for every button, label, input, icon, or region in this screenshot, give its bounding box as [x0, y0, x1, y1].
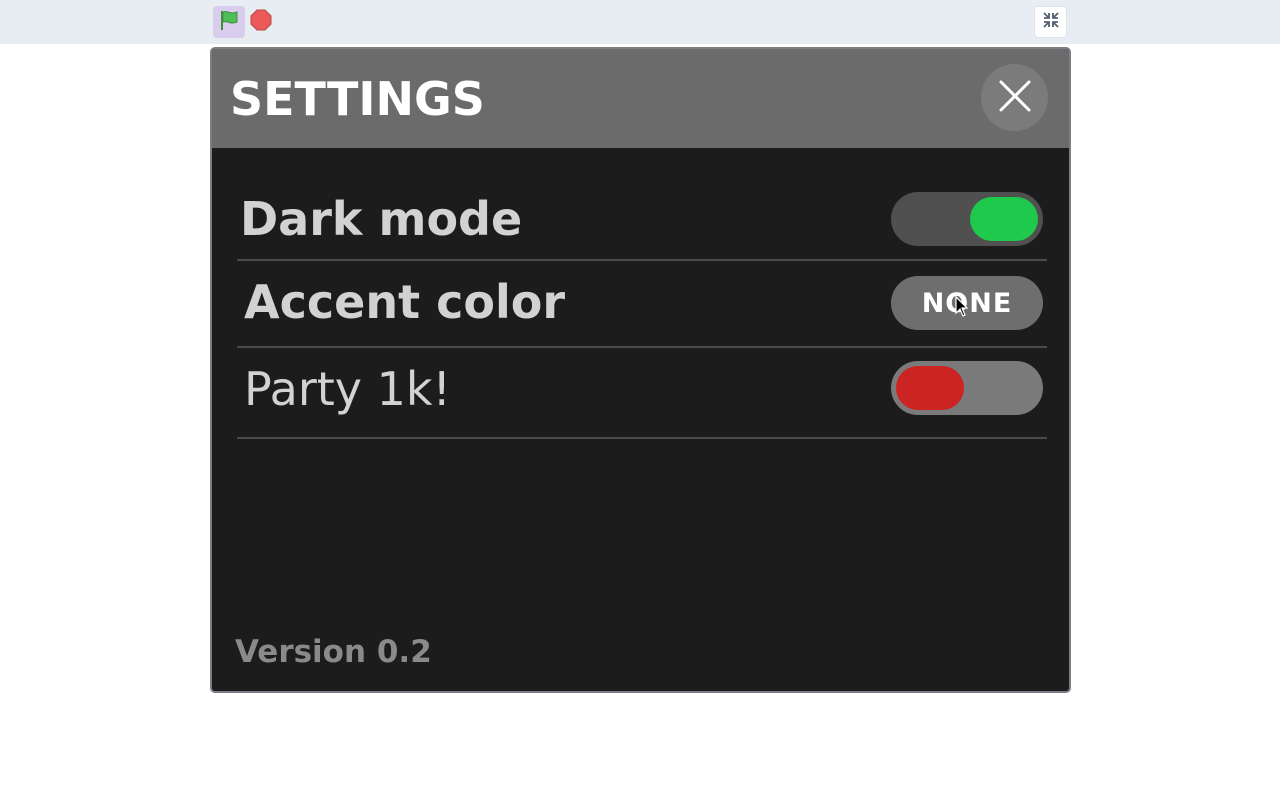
party-1k-label: Party 1k!	[244, 362, 451, 416]
stop-button[interactable]	[250, 9, 272, 35]
close-icon	[998, 79, 1032, 117]
accent-color-label: Accent color	[244, 275, 566, 329]
settings-title: SETTINGS	[230, 72, 485, 126]
green-flag-button[interactable]	[213, 6, 245, 38]
shrink-stage-icon	[1042, 11, 1060, 33]
accent-color-button[interactable]: NONE	[891, 276, 1043, 330]
setting-row-party-1k: Party 1k!	[237, 358, 1047, 440]
setting-row-dark-mode: Dark mode	[237, 190, 1047, 262]
row-divider	[237, 259, 1047, 261]
stage: SETTINGS Dark mode Accent color NONE Par…	[210, 47, 1071, 693]
stage-toolbar	[0, 0, 1280, 44]
settings-header: SETTINGS	[212, 49, 1069, 148]
row-divider	[237, 437, 1047, 439]
stop-icon	[250, 9, 272, 35]
setting-row-accent-color: Accent color NONE	[237, 273, 1047, 349]
dark-mode-toggle[interactable]	[891, 192, 1043, 246]
dark-mode-label: Dark mode	[240, 192, 523, 246]
green-flag-icon	[218, 9, 240, 35]
row-divider	[237, 346, 1047, 348]
party-1k-toggle[interactable]	[891, 361, 1043, 415]
toggle-knob-on	[970, 197, 1038, 241]
close-button[interactable]	[981, 64, 1048, 131]
version-label: Version 0.2	[235, 634, 432, 670]
toggle-knob-off	[896, 366, 964, 410]
shrink-stage-button[interactable]	[1034, 6, 1067, 38]
